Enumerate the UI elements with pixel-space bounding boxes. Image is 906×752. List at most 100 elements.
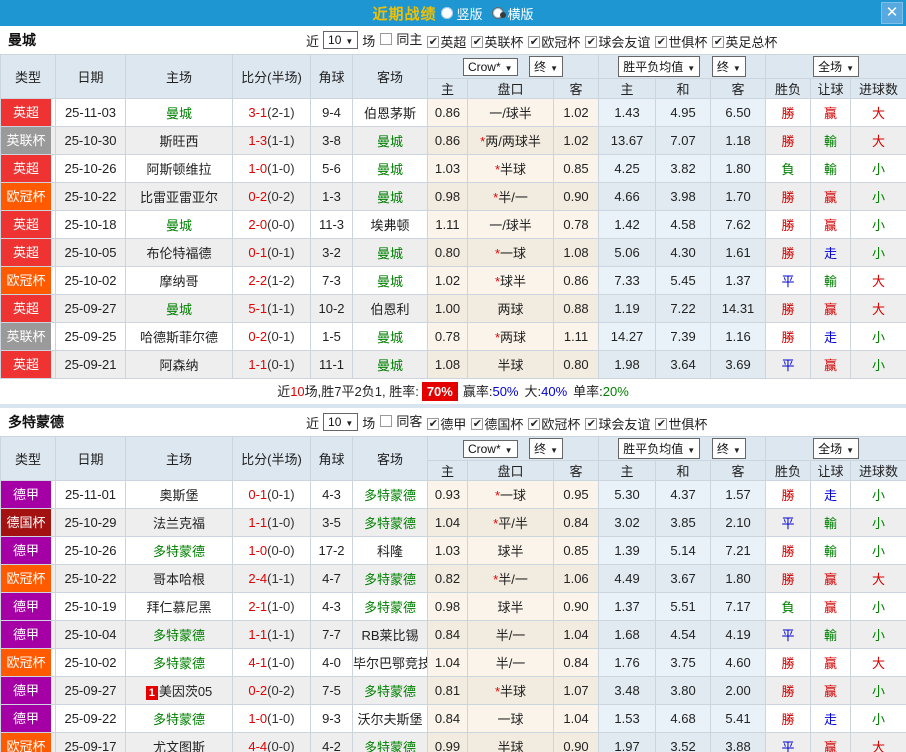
goals-cell: 小 [850,154,906,183]
home-team-name: 多特蒙德 [152,544,205,559]
league-filter[interactable]: ✔ 球会友谊 [580,414,650,433]
home-team-cell: 拜仁慕尼黑 [125,592,233,621]
corner-cell: 11-3 [310,210,353,239]
odds-final-select[interactable]: 终 ▼ [529,56,564,77]
result-flag: 負 [781,600,795,615]
odds-final-select[interactable]: 终 ▼ [529,438,564,459]
score-cell: 1-1(1-0) [232,508,311,537]
avg-away-cell: 7.21 [710,536,767,565]
home-team-cell: 多特蒙德 [125,620,233,649]
score-cell: 3-1(2-1) [232,98,311,127]
handicap-result-flag: 赢 [824,302,838,317]
league-filter[interactable]: ✔ 德甲 [422,414,466,433]
league-badge: 德甲 [1,705,51,732]
avg-final-select[interactable]: 终 ▼ [711,56,746,77]
league-filter[interactable]: ✔ 英联杯 [466,32,523,51]
sub-header-goals: 进球数 [850,78,906,99]
games-count-select-1[interactable]: 10 ▼ [323,31,359,49]
handicap-cell: 球半 [467,592,554,621]
handicap-line: 半球 [497,740,524,752]
same-venue-filter[interactable]: 同客 [375,411,422,430]
fulltime-score: 1-0 [248,543,268,558]
league-filter[interactable]: ✔ 欧冠杯 [523,32,580,51]
handicap-result-cell: 赢 [810,564,852,593]
layout-option-horizontal[interactable]: 横版 [488,4,534,23]
away-team-cell: 伯恩利 [352,294,428,323]
away-team-cell: RB莱比锡 [352,620,428,649]
away-odds-cell: 0.88 [552,294,600,323]
games-count-select-2[interactable]: 10 ▼ [323,413,359,431]
avg-away-cell: 1.57 [710,480,767,509]
avg-odds-select[interactable]: 胜平负均值 ▼ [618,438,701,459]
handicap-cell: 一球 [467,704,554,733]
league-badge: 英超 [1,239,51,266]
match-row: 英联杯 25-09-25 哈德斯菲尔德 0-2(0-1) 1-5 曼城 0.78 *两球 1.1… [0,322,906,351]
avg-draw-cell: 3.80 [655,676,712,705]
handicap-line: 半/一 [495,628,526,643]
league-filter[interactable]: ✔ 英超 [422,32,466,51]
scope-select[interactable]: 全场 ▼ [813,56,859,77]
league-filter[interactable]: ✔ 球会友谊 [580,32,650,51]
games-label: 场 [362,33,376,49]
home-team-name: 曼城 [165,106,192,121]
odds-company-select[interactable]: Crow* ▼ [462,440,518,458]
away-team-cell: 曼城 [352,266,428,295]
handicap-result-cell: 輸 [810,154,852,183]
goals-flag: 大 [872,572,886,587]
avg-away-cell: 3.69 [710,350,767,379]
halftime-score: (0-0) [267,739,295,752]
home-team-cell: 阿森纳 [125,350,233,379]
home-team-cell: 曼城 [125,210,233,239]
away-team-name: 科隆 [376,544,403,559]
goals-flag: 大 [872,740,886,752]
chevron-down-icon: ▼ [504,64,513,73]
avg-away-cell: 3.88 [710,732,767,752]
avg-home-cell: 1.42 [598,210,657,239]
score-cell: 2-2(1-2) [232,266,311,295]
chevron-down-icon: ▼ [687,446,696,455]
handicap-result-cell: 走 [810,238,852,267]
away-team-name: 曼城 [376,246,403,261]
big-rate-label: 大: [524,384,542,399]
handicap-result-flag: 赢 [824,740,838,752]
scope-select[interactable]: 全场 ▼ [813,438,859,459]
league-filter[interactable]: ✔ 世俱杯 [650,32,707,51]
halftime-score: (0-1) [267,357,295,372]
league-filter[interactable]: ✔ 世俱杯 [650,414,707,433]
close-button[interactable]: ✕ [881,2,903,24]
layout-option-vertical[interactable]: 竖版 [441,4,483,23]
fulltime-score: 1-1 [248,357,268,372]
match-date-cell: 25-10-05 [55,238,126,267]
odds-company-select[interactable]: Crow* ▼ [462,58,518,76]
home-odds-cell: 0.81 [427,676,468,705]
league-badge: 英超 [1,211,51,238]
same-venue-filter[interactable]: 同主 [375,29,422,48]
avg-home-cell: 1.39 [598,536,657,565]
league-badge-cell: 德甲 [0,536,56,565]
sub-header-handicap-result: 让球 [810,78,852,99]
result-flag: 勝 [781,190,795,205]
handicap-line: 平/半 [498,516,528,531]
handicap-result-cell: 赢 [810,350,852,379]
away-team-name: RB莱比锡 [361,628,419,643]
league-filter[interactable]: ✔ 德国杯 [466,414,523,433]
home-team-name: 曼城 [165,218,192,233]
sub-header-odds-home: 主 [427,78,468,99]
away-team-cell: 曼城 [352,154,428,183]
league-badge: 欧冠杯 [1,565,51,592]
avg-final-select[interactable]: 终 ▼ [711,438,746,459]
corner-cell: 7-3 [310,266,353,295]
halftime-score: (0-0) [267,217,295,232]
goals-cell: 小 [850,620,906,649]
avg-away-cell: 1.37 [710,266,767,295]
avg-home-cell: 5.06 [598,238,657,267]
checkbox-unchecked-icon [380,414,393,427]
corner-cell: 3-5 [310,508,353,537]
handicap-result-cell: 輸 [810,508,852,537]
near-label: 近 [306,415,320,431]
goals-cell: 小 [850,480,906,509]
league-filter[interactable]: ✔ 欧冠杯 [523,414,580,433]
league-filter[interactable]: ✔ 英足总杯 [707,32,777,51]
handicap-result-cell: 赢 [810,592,852,621]
avg-odds-select[interactable]: 胜平负均值 ▼ [618,56,701,77]
